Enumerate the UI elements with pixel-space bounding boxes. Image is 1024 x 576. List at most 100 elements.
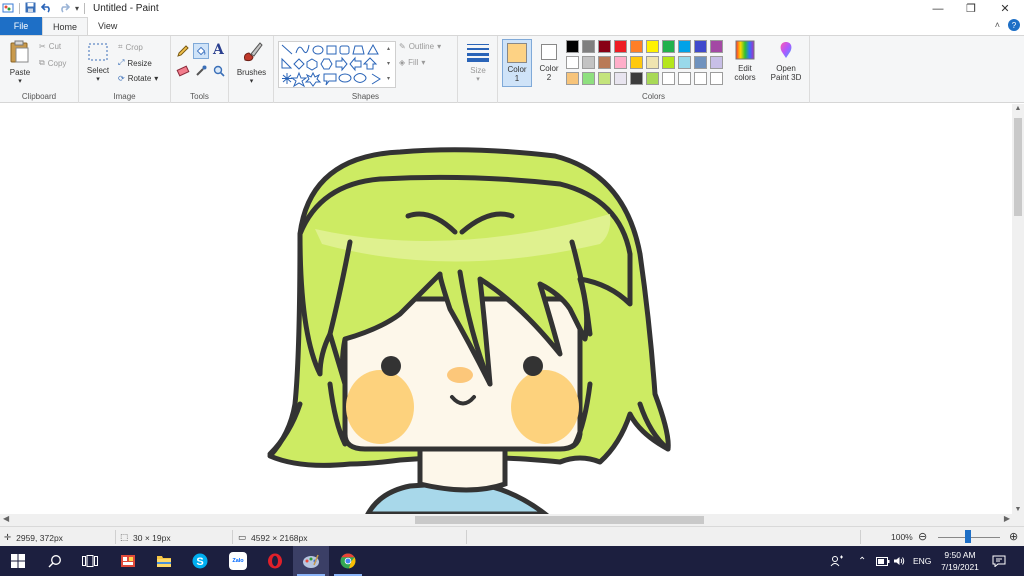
vertical-scroll-thumb[interactable]: [1014, 118, 1022, 216]
palette-swatch[interactable]: [566, 56, 579, 69]
language-indicator[interactable]: ENG: [913, 546, 931, 576]
palette-swatch[interactable]: [582, 72, 595, 85]
taskbar-paint[interactable]: [293, 546, 329, 576]
cut-button[interactable]: ✂ Cut: [39, 42, 61, 51]
taskbar-chrome[interactable]: [330, 546, 366, 576]
horizontal-scroll-thumb[interactable]: [415, 516, 704, 524]
edit-colors-button[interactable]: Edit colors: [730, 39, 760, 82]
scroll-down-icon[interactable]: ▼: [1012, 506, 1024, 513]
text-tool-icon[interactable]: A: [213, 42, 224, 58]
palette-swatch[interactable]: [710, 40, 723, 53]
edit-colors-label-1: Edit: [738, 64, 752, 73]
battery-icon[interactable]: [876, 546, 890, 576]
crop-button[interactable]: ⌗ Crop: [118, 42, 143, 52]
show-hidden-icons-icon[interactable]: ⌃: [858, 546, 866, 576]
palette-swatch[interactable]: [646, 56, 659, 69]
task-view-button[interactable]: [72, 546, 108, 576]
palette-swatch[interactable]: [662, 56, 675, 69]
palette-swatch[interactable]: [598, 72, 611, 85]
palette-swatch[interactable]: [694, 72, 707, 85]
copy-button[interactable]: ⧉ Copy: [39, 58, 66, 68]
palette-swatch[interactable]: [582, 40, 595, 53]
tab-file[interactable]: File: [0, 17, 42, 35]
rotate-button[interactable]: ⟳ Rotate ▾: [118, 74, 158, 83]
collapse-ribbon-icon[interactable]: ˄: [995, 20, 1000, 30]
palette-swatch[interactable]: [710, 56, 723, 69]
paste-button[interactable]: Paste ▾: [5, 40, 35, 85]
zoom-slider-thumb[interactable]: [965, 530, 971, 543]
palette-swatch[interactable]: [582, 56, 595, 69]
palette-swatch[interactable]: [598, 56, 611, 69]
fill-bucket-icon[interactable]: [193, 43, 209, 59]
palette-swatch[interactable]: [614, 56, 627, 69]
taskbar-file-explorer[interactable]: [146, 546, 182, 576]
fill-button[interactable]: ◈ Fill ▾: [399, 58, 425, 67]
taskbar-zalo[interactable]: Zalo: [220, 546, 256, 576]
brushes-button[interactable]: Brushes ▾: [234, 40, 269, 85]
palette-swatch[interactable]: [566, 40, 579, 53]
outline-button[interactable]: ✎ Outline ▾: [399, 42, 441, 51]
palette-swatch[interactable]: [630, 56, 643, 69]
close-button[interactable]: ✕: [988, 0, 1022, 17]
taskbar-skype[interactable]: S: [182, 546, 218, 576]
taskbar-snipping-tool[interactable]: [110, 546, 146, 576]
palette-swatch[interactable]: [678, 56, 691, 69]
undo-icon[interactable]: [40, 2, 53, 15]
palette-swatch[interactable]: [646, 40, 659, 53]
tab-view[interactable]: View: [88, 17, 127, 35]
pencil-icon[interactable]: [176, 44, 190, 58]
size-button[interactable]: Size ▾: [463, 42, 493, 83]
start-button[interactable]: [0, 546, 36, 576]
clock[interactable]: 9:50 AM 7/19/2021: [934, 549, 986, 573]
save-icon[interactable]: [25, 2, 36, 15]
vertical-scrollbar[interactable]: ▲ ▼: [1012, 104, 1024, 514]
notifications-icon[interactable]: [992, 546, 1006, 576]
color1-button[interactable]: Color 1: [502, 39, 532, 87]
search-button[interactable]: [37, 546, 73, 576]
shapes-gallery[interactable]: [278, 41, 396, 88]
palette-swatch[interactable]: [630, 40, 643, 53]
palette-swatch[interactable]: [662, 72, 675, 85]
magnifier-icon[interactable]: [212, 64, 226, 78]
palette-swatch[interactable]: [710, 72, 723, 85]
status-bar: ✛ 2959, 372px ⬚ 30 × 19px ▭ 4592 × 2168p…: [0, 526, 1024, 546]
scroll-up-icon[interactable]: ▲: [1012, 105, 1024, 112]
help-icon[interactable]: ?: [1008, 19, 1020, 31]
shapes-scroll-icon[interactable]: ▴ ▾ ▾: [387, 42, 390, 87]
open-paint3d-button[interactable]: Open Paint 3D: [766, 39, 806, 82]
palette-swatch[interactable]: [598, 40, 611, 53]
paint-app-icon[interactable]: [2, 2, 14, 16]
palette-swatch[interactable]: [678, 72, 691, 85]
color-picker-icon[interactable]: [194, 64, 208, 78]
canvas-area[interactable]: [0, 104, 1012, 514]
drawing-canvas[interactable]: [0, 104, 1012, 514]
palette-swatch[interactable]: [694, 40, 707, 53]
restore-button[interactable]: ❐: [954, 0, 988, 17]
palette-swatch[interactable]: [614, 40, 627, 53]
scroll-right-icon[interactable]: ▶: [1004, 514, 1010, 523]
minimize-button[interactable]: —: [921, 0, 955, 17]
zoom-in-icon[interactable]: ⊕: [1009, 530, 1018, 543]
zoom-out-icon[interactable]: ⊖: [918, 530, 927, 543]
redo-icon[interactable]: [58, 2, 71, 15]
horizontal-scrollbar[interactable]: ◀ ▶: [0, 514, 1024, 526]
palette-swatch[interactable]: [662, 40, 675, 53]
palette-swatch[interactable]: [614, 72, 627, 85]
scroll-left-icon[interactable]: ◀: [3, 514, 9, 523]
select-button[interactable]: Select ▾: [84, 42, 112, 83]
people-icon[interactable]: [830, 546, 844, 576]
palette-swatch[interactable]: [646, 72, 659, 85]
palette-swatch[interactable]: [630, 72, 643, 85]
eraser-icon[interactable]: [176, 65, 190, 77]
volume-icon[interactable]: [893, 546, 905, 576]
taskbar-opera[interactable]: [257, 546, 293, 576]
palette-swatch[interactable]: [566, 72, 579, 85]
palette-swatch[interactable]: [678, 40, 691, 53]
color2-button[interactable]: Color 2: [536, 39, 562, 87]
tab-home[interactable]: Home: [42, 17, 89, 35]
resize-button[interactable]: ⤢ Resize: [118, 58, 152, 68]
palette-swatch[interactable]: [694, 56, 707, 69]
chevron-down-icon: ▾: [96, 76, 100, 83]
customize-quick-access-icon[interactable]: ▾: [75, 4, 79, 13]
shapes-group: ▴ ▾ ▾ ✎ Outline ▾ ◈ Fill ▾ Shapes: [274, 36, 458, 103]
